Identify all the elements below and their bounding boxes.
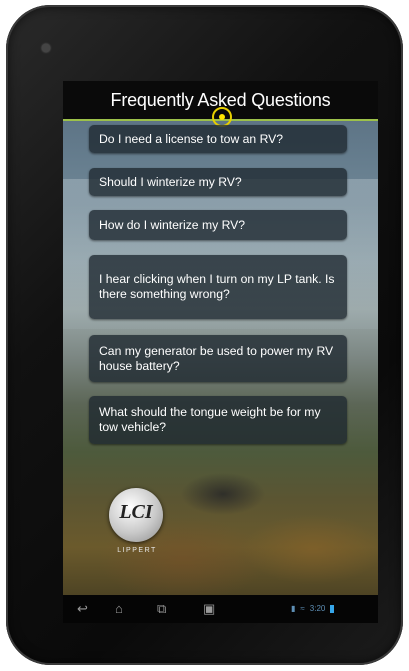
faq-item-label: What should the tongue weight be for my … bbox=[99, 405, 321, 434]
brand-logo-text: LIPPERT bbox=[117, 547, 157, 554]
camera-icon bbox=[42, 44, 50, 52]
faq-item-license[interactable]: Do I need a license to tow an RV? bbox=[89, 125, 347, 153]
faq-item-label: I hear clicking when I turn on my LP tan… bbox=[99, 272, 335, 301]
battery-icon bbox=[330, 604, 335, 613]
touch-indicator-icon bbox=[212, 107, 232, 127]
faq-item-lp-tank[interactable]: I hear clicking when I turn on my LP tan… bbox=[89, 255, 347, 319]
home-icon[interactable]: ⌂ bbox=[115, 601, 123, 617]
wifi-icon: ≈ bbox=[300, 604, 305, 613]
faq-item-label: Do I need a license to tow an RV? bbox=[99, 131, 284, 146]
faq-item-label: Can my generator be used to power my RV … bbox=[99, 343, 334, 373]
status-time: 3:20 bbox=[309, 604, 326, 613]
faq-item-generator[interactable]: Can my generator be used to power my RV … bbox=[89, 335, 347, 382]
faq-item-tongue-weight[interactable]: What should the tongue weight be for my … bbox=[89, 396, 347, 444]
faq-item-label: Should I winterize my RV? bbox=[99, 174, 242, 189]
recent-apps-icon[interactable]: ⧉ bbox=[157, 601, 166, 617]
faq-item-winterize-should[interactable]: Should I winterize my RV? bbox=[89, 168, 347, 196]
faq-item-winterize-how[interactable]: How do I winterize my RV? bbox=[89, 210, 347, 240]
navigation-bar: ↩ ⌂ ⧉ ▣ ▮ ≈ 3:20 bbox=[63, 595, 378, 623]
screen: Frequently Asked Questions Do I need a l… bbox=[63, 81, 378, 623]
back-icon[interactable]: ↩ bbox=[77, 601, 88, 617]
tablet-frame: Frequently Asked Questions Do I need a l… bbox=[6, 5, 403, 665]
logo-mark: LCI bbox=[119, 501, 153, 523]
status-area: ▮ ≈ 3:20 bbox=[291, 604, 335, 613]
screenshot-icon[interactable]: ▣ bbox=[203, 601, 215, 617]
brand-logo: LCI bbox=[109, 488, 163, 542]
signal-icon: ▮ bbox=[291, 604, 296, 613]
faq-item-label: How do I winterize my RV? bbox=[99, 217, 246, 232]
